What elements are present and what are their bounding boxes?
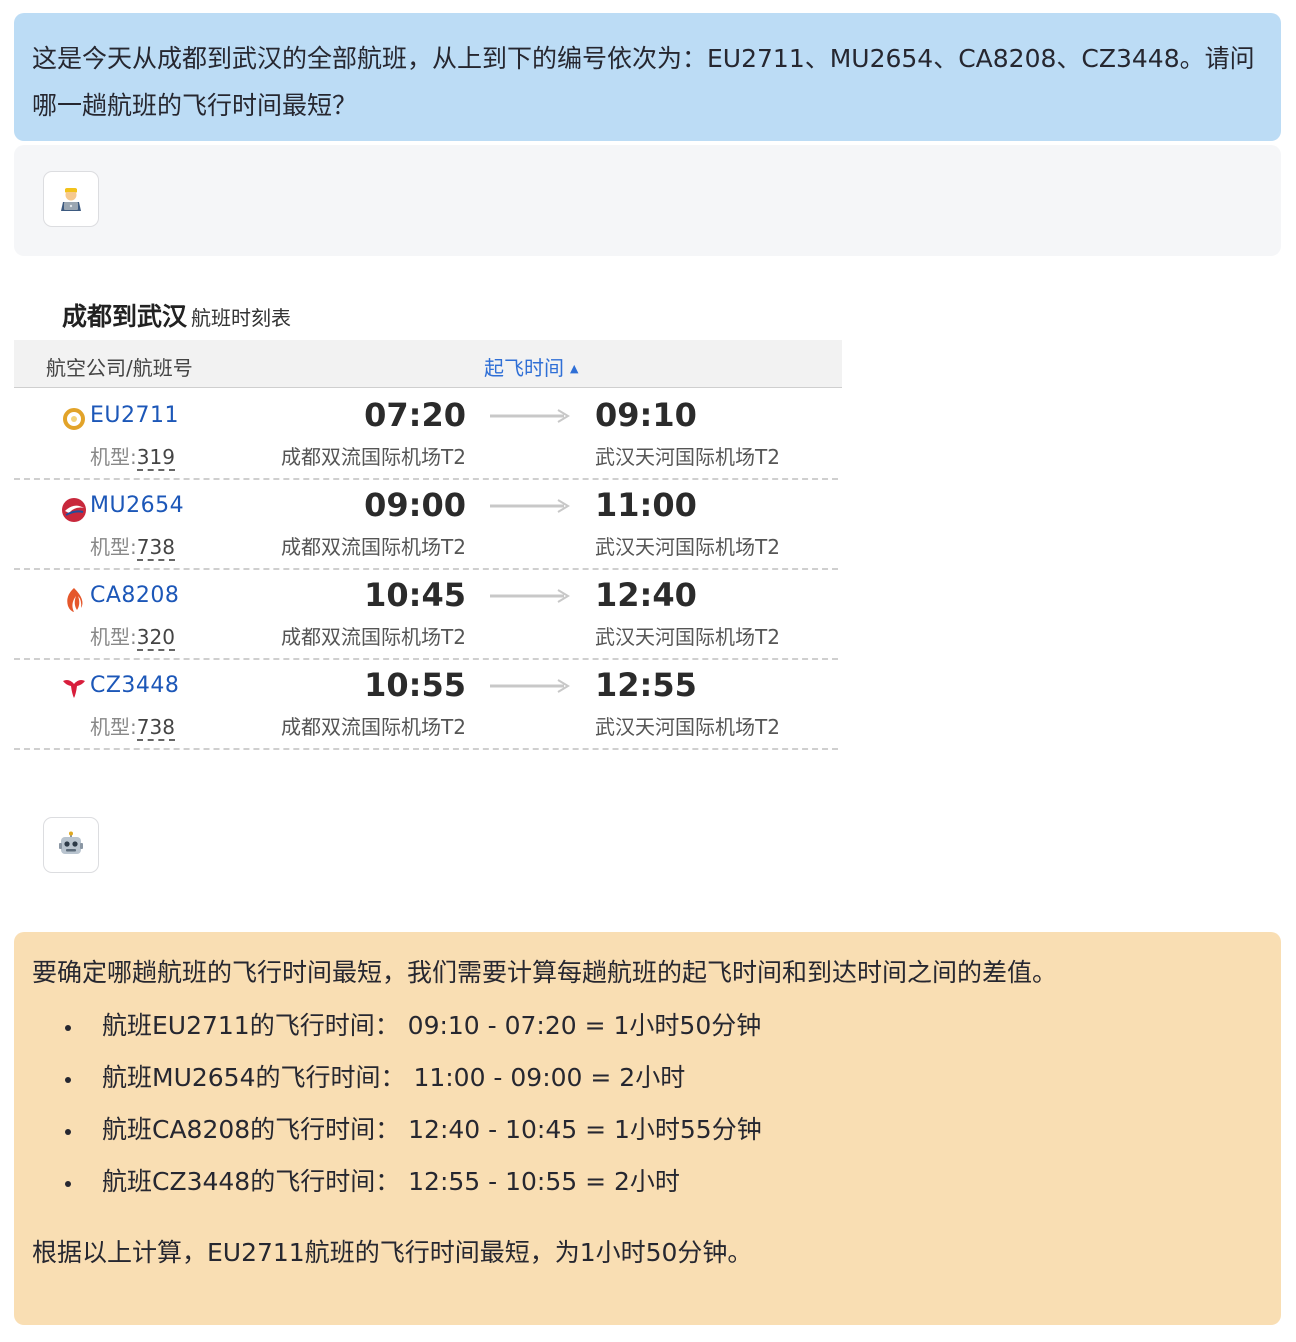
departure-airport: 成都双流国际机场T2 [281, 625, 466, 649]
arrow-right-icon [490, 499, 570, 513]
aircraft-model: 机型:320 [90, 621, 175, 651]
arrow-right-icon [490, 409, 570, 423]
arrival-airport: 武汉天河国际机场T2 [595, 445, 780, 469]
aircraft-model: 机型:738 [90, 711, 175, 741]
flight-number[interactable]: EU2711 [90, 403, 179, 428]
model-label: 机型: [90, 715, 137, 739]
answer-conclusion: 根据以上计算，EU2711航班的飞行时间最短，为1小时50分钟。 [32, 1238, 753, 1267]
model-value[interactable]: 319 [136, 445, 175, 471]
china-eastern-logo [62, 498, 86, 522]
model-label: 机型: [90, 535, 137, 559]
flight-number[interactable]: CZ3448 [90, 673, 179, 698]
schedule-header: 航空公司/航班号 起飞时间 ▲ [14, 340, 842, 388]
bot-avatar [43, 817, 99, 873]
arrival-airport: 武汉天河国际机场T2 [595, 625, 780, 649]
flight-row: EU2711 机型:319 07:20 成都双流国际机场T2 09:10 武汉天… [14, 390, 838, 480]
departure-airport: 成都双流国际机场T2 [281, 445, 466, 469]
departure-time: 09:00 [364, 486, 466, 524]
model-label: 机型: [90, 445, 137, 469]
column-departure-sort[interactable]: 起飞时间 ▲ [484, 352, 578, 381]
answer-intro: 要确定哪趟航班的飞行时间最短，我们需要计算每趟航班的起飞时间和到达时间之间的差值… [32, 958, 1058, 987]
user-message: 这是今天从成都到武汉的全部航班，从上到下的编号依次为：EU2711、MU2654… [14, 13, 1281, 141]
arrival-time: 12:55 [595, 666, 697, 704]
model-value[interactable]: 738 [136, 535, 175, 561]
arrival-airport: 武汉天河国际机场T2 [595, 715, 780, 739]
departure-time: 10:45 [364, 576, 466, 614]
technologist-icon [61, 188, 81, 211]
aircraft-model: 机型:319 [90, 441, 175, 471]
answer-list: 航班EU2711的飞行时间： 09:10 - 07:20 = 1小时50分钟 航… [32, 1000, 1263, 1208]
answer-list-item: 航班EU2711的飞行时间： 09:10 - 07:20 = 1小时50分钟 [84, 1000, 1263, 1052]
arrival-time: 12:40 [595, 576, 697, 614]
departure-time: 10:55 [364, 666, 466, 704]
model-value[interactable]: 738 [136, 715, 175, 741]
schedule-subtitle: 航班时刻表 [191, 306, 292, 330]
answer-list-item: 航班CZ3448的飞行时间： 12:55 - 10:55 = 2小时 [84, 1156, 1263, 1208]
departure-airport: 成都双流国际机场T2 [281, 535, 466, 559]
chengdu-airlines-logo [63, 408, 85, 430]
model-value[interactable]: 320 [136, 625, 175, 651]
flight-number[interactable]: MU2654 [90, 493, 184, 518]
answer-list-item: 航班MU2654的飞行时间： 11:00 - 09:00 = 2小时 [84, 1052, 1263, 1104]
departure-airport: 成都双流国际机场T2 [281, 715, 466, 739]
model-label: 机型: [90, 625, 137, 649]
arrival-time: 09:10 [595, 396, 697, 434]
user-avatar [43, 171, 99, 227]
user-avatar-block [14, 145, 1281, 256]
arrival-airport: 武汉天河国际机场T2 [595, 535, 780, 559]
flight-row: MU2654 机型:738 09:00 成都双流国际机场T2 11:00 武汉天… [14, 480, 838, 570]
assistant-message: 要确定哪趟航班的飞行时间最短，我们需要计算每趟航班的起飞时间和到达时间之间的差值… [14, 932, 1281, 1325]
user-message-text: 这是今天从成都到武汉的全部航班，从上到下的编号依次为：EU2711、MU2654… [32, 44, 1255, 120]
arrival-time: 11:00 [595, 486, 697, 524]
flight-number[interactable]: CA8208 [90, 583, 179, 608]
answer-list-item: 航班CA8208的飞行时间： 12:40 - 10:45 = 1小时55分钟 [84, 1104, 1263, 1156]
sort-up-icon: ▲ [570, 362, 579, 375]
column-airline: 航空公司/航班号 [46, 356, 193, 380]
schedule-title: 成都到武汉 航班时刻表 [62, 297, 291, 333]
schedule-title-text: 成都到武汉 [62, 302, 188, 331]
robot-icon [59, 831, 83, 854]
column-departure-label: 起飞时间 [484, 356, 564, 380]
arrow-right-icon [490, 589, 570, 603]
air-china-logo [67, 588, 83, 612]
china-southern-logo [63, 680, 85, 698]
aircraft-model: 机型:738 [90, 531, 175, 561]
departure-time: 07:20 [364, 396, 466, 434]
flight-row: CA8208 机型:320 10:45 成都双流国际机场T2 12:40 武汉天… [14, 570, 838, 660]
arrow-right-icon [490, 679, 570, 693]
flight-row: CZ3448 机型:738 10:55 成都双流国际机场T2 12:55 武汉天… [14, 660, 838, 750]
